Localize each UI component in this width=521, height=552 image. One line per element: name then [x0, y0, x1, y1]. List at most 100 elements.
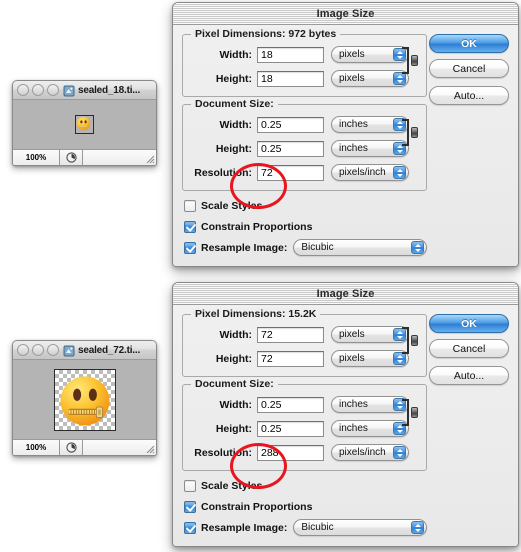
pixel-height-input[interactable]: 18 — [257, 70, 324, 87]
resample-image-checkbox[interactable] — [184, 521, 196, 534]
doc-constrain-link-icon — [402, 399, 422, 426]
doc-resolution-input[interactable]: 72 — [257, 164, 324, 181]
document-size-legend: Document Size: — [191, 98, 278, 110]
doc-resolution-row: Resolution: 288 pixels/inch — [190, 442, 419, 463]
minimize-button[interactable] — [32, 344, 44, 356]
zoom-button[interactable] — [47, 344, 59, 356]
resample-method-value: Bicubic — [301, 242, 334, 253]
scale-styles-row[interactable]: Scale Styles — [182, 196, 427, 215]
close-button[interactable] — [17, 344, 29, 356]
minimize-button[interactable] — [32, 84, 44, 96]
chevron-updown-icon — [393, 166, 406, 179]
document-size-group: Document Size: Width: 0.25 inches Height… — [182, 98, 427, 191]
doc-height-unit-value: inches — [339, 143, 368, 154]
image-size-dialog-2[interactable]: Image Size Pixel Dimensions: 15.2K Width… — [172, 282, 519, 547]
constrain-proportions-checkbox[interactable] — [184, 220, 196, 233]
pixel-height-input[interactable]: 72 — [257, 350, 324, 367]
window-titlebar[interactable]: sealed_18.ti... — [13, 81, 156, 100]
photoshop-document-icon[interactable] — [63, 344, 75, 357]
doc-width-unit-value: inches — [339, 399, 368, 410]
resample-image-row[interactable]: Resample Image: Bicubic — [182, 518, 427, 537]
document-window-sealed-18[interactable]: sealed_18.ti... 100% — [12, 80, 157, 166]
scale-styles-row[interactable]: Scale Styles — [182, 476, 427, 495]
document-info-icon[interactable] — [60, 150, 83, 165]
zoom-level-field[interactable]: 100% — [13, 150, 60, 165]
constrain-proportions-row[interactable]: Constrain Proportions — [182, 217, 427, 236]
doc-width-unit-select[interactable]: inches — [331, 396, 409, 413]
pixel-width-unit-select[interactable]: pixels — [331, 326, 409, 343]
ok-button[interactable]: OK — [429, 34, 509, 53]
doc-resolution-unit-value: pixels/inch — [339, 167, 386, 178]
pixel-height-label: Height: — [215, 72, 252, 85]
document-info-icon[interactable] — [60, 440, 83, 455]
window-titlebar[interactable]: sealed_72.ti... — [13, 341, 156, 360]
resample-image-label: Resample Image: — [201, 521, 288, 534]
canvas-area[interactable] — [13, 360, 156, 440]
window-title: sealed_72.ti... — [78, 344, 141, 356]
pixel-width-input[interactable]: 18 — [257, 46, 324, 63]
resize-grip[interactable] — [144, 153, 155, 164]
canvas-area[interactable] — [13, 100, 156, 150]
image-thumbnail — [75, 115, 94, 134]
zoom-level-field[interactable]: 100% — [13, 440, 60, 455]
doc-height-input[interactable]: 0.25 — [257, 420, 324, 437]
close-button[interactable] — [17, 84, 29, 96]
chain-link-icon — [411, 55, 418, 66]
ok-button[interactable]: OK — [429, 314, 509, 333]
constrain-proportions-checkbox[interactable] — [184, 500, 196, 513]
scale-styles-label: Scale Styles — [201, 199, 263, 212]
doc-width-input[interactable]: 0.25 — [257, 396, 324, 413]
dialog-title: Image Size — [316, 7, 375, 20]
doc-height-input[interactable]: 0.25 — [257, 140, 324, 157]
chain-link-icon — [411, 127, 418, 138]
pixel-height-unit-select[interactable]: pixels — [331, 350, 409, 367]
doc-width-label: Width: — [219, 398, 252, 411]
pixel-width-unit-select[interactable]: pixels — [331, 46, 409, 63]
doc-height-unit-value: inches — [339, 423, 368, 434]
resample-image-row[interactable]: Resample Image: Bicubic — [182, 238, 427, 257]
pixel-dimensions-group: Pixel Dimensions: 15.2K Width: 72 pixels… — [182, 308, 427, 377]
resample-method-value: Bicubic — [301, 522, 334, 533]
pixel-dimensions-size: 15.2K — [288, 308, 317, 320]
doc-resolution-unit-select[interactable]: pixels/inch — [331, 444, 409, 461]
cancel-button[interactable]: Cancel — [429, 59, 509, 78]
pixel-dimensions-legend: Pixel Dimensions: 972 bytes — [191, 28, 341, 40]
cancel-button[interactable]: Cancel — [429, 339, 509, 358]
zoom-button[interactable] — [47, 84, 59, 96]
pixel-width-input[interactable]: 72 — [257, 326, 324, 343]
pixel-constrain-link-icon — [402, 47, 422, 74]
auto-button[interactable]: Auto... — [429, 86, 509, 105]
document-window-sealed-72[interactable]: sealed_72.ti... 100% — [12, 340, 157, 456]
doc-height-row: Height: 0.25 inches — [190, 418, 419, 439]
pixel-width-unit-value: pixels — [339, 329, 365, 340]
pixel-height-unit-value: pixels — [339, 73, 365, 84]
resize-grip[interactable] — [144, 443, 155, 454]
pixel-dimensions-legend: Pixel Dimensions: 15.2K — [191, 308, 321, 320]
scale-styles-checkbox[interactable] — [184, 199, 196, 212]
dialog-body: Pixel Dimensions: 972 bytes Width: 18 pi… — [173, 25, 518, 266]
pixel-constrain-link-icon — [402, 327, 422, 354]
chevron-updown-icon — [411, 521, 424, 534]
resample-method-select[interactable]: Bicubic — [293, 519, 427, 536]
dialog-buttons: OK Cancel Auto... — [429, 34, 509, 111]
doc-height-unit-select[interactable]: inches — [331, 420, 409, 437]
doc-width-unit-select[interactable]: inches — [331, 116, 409, 133]
chain-link-icon — [411, 407, 418, 418]
scale-styles-checkbox[interactable] — [184, 479, 196, 492]
doc-width-input[interactable]: 0.25 — [257, 116, 324, 133]
dialog-titlebar: Image Size — [173, 283, 518, 305]
resample-image-checkbox[interactable] — [184, 241, 196, 254]
image-size-dialog-1[interactable]: Image Size Pixel Dimensions: 972 bytes W… — [172, 2, 519, 267]
doc-resolution-unit-select[interactable]: pixels/inch — [331, 164, 409, 181]
document-size-label: Document Size: — [195, 378, 274, 390]
pixel-height-unit-select[interactable]: pixels — [331, 70, 409, 87]
constrain-proportions-row[interactable]: Constrain Proportions — [182, 497, 427, 516]
auto-button[interactable]: Auto... — [429, 366, 509, 385]
doc-height-label: Height: — [215, 422, 252, 435]
bracket-shape — [402, 327, 409, 354]
photoshop-document-icon[interactable] — [63, 84, 75, 97]
doc-height-unit-select[interactable]: inches — [331, 140, 409, 157]
resample-method-select[interactable]: Bicubic — [293, 239, 427, 256]
doc-resolution-input[interactable]: 288 — [257, 444, 324, 461]
pixel-height-unit-value: pixels — [339, 353, 365, 364]
